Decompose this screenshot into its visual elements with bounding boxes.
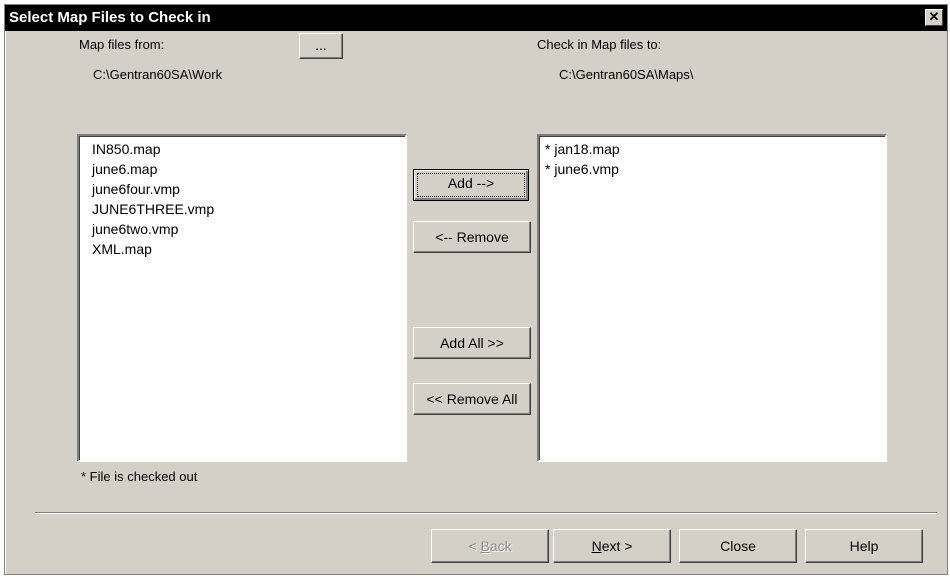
- checked-out-footnote: * File is checked out: [81, 469, 198, 484]
- list-item[interactable]: IN850.map: [92, 139, 405, 159]
- help-button[interactable]: Help: [805, 529, 923, 563]
- back-button[interactable]: < Back: [431, 529, 549, 563]
- target-path: C:\Gentran60SA\Maps\: [559, 67, 694, 82]
- list-item[interactable]: june6two.vmp: [92, 219, 405, 239]
- browse-button[interactable]: ...: [299, 33, 343, 59]
- remove-all-button[interactable]: << Remove All: [413, 383, 531, 415]
- close-icon[interactable]: ✕: [925, 9, 943, 26]
- list-item[interactable]: JUNE6THREE.vmp: [92, 199, 405, 219]
- check-in-dialog: Select Map Files to Check in ✕ Map files…: [4, 4, 948, 575]
- list-item[interactable]: * june6.vmp: [545, 159, 885, 179]
- list-item[interactable]: june6four.vmp: [92, 179, 405, 199]
- dialog-title: Select Map Files to Check in: [9, 9, 211, 26]
- source-path: C:\Gentran60SA\Work: [93, 67, 223, 82]
- add-button[interactable]: Add -->: [413, 169, 529, 201]
- separator: [35, 512, 937, 514]
- target-label: Check in Map files to:: [537, 37, 662, 52]
- remove-button[interactable]: <-- Remove: [413, 221, 531, 253]
- next-button-label: Next >: [591, 538, 633, 554]
- add-button-label: Add -->: [417, 173, 525, 197]
- list-item[interactable]: * jan18.map: [545, 139, 885, 159]
- title-bar: Select Map Files to Check in ✕: [5, 5, 947, 31]
- add-all-button[interactable]: Add All >>: [413, 327, 531, 359]
- back-button-label: < Back: [468, 538, 512, 554]
- source-file-list[interactable]: IN850.map june6.map june6four.vmp JUNE6THRE…: [77, 134, 407, 462]
- next-button[interactable]: Next >: [553, 529, 671, 563]
- close-button[interactable]: Close: [679, 529, 797, 563]
- source-label: Map files from:: [79, 37, 165, 52]
- list-item[interactable]: june6.map: [92, 159, 405, 179]
- target-file-list[interactable]: * jan18.map * june6.vmp: [537, 134, 887, 462]
- list-item[interactable]: XML.map: [92, 239, 405, 259]
